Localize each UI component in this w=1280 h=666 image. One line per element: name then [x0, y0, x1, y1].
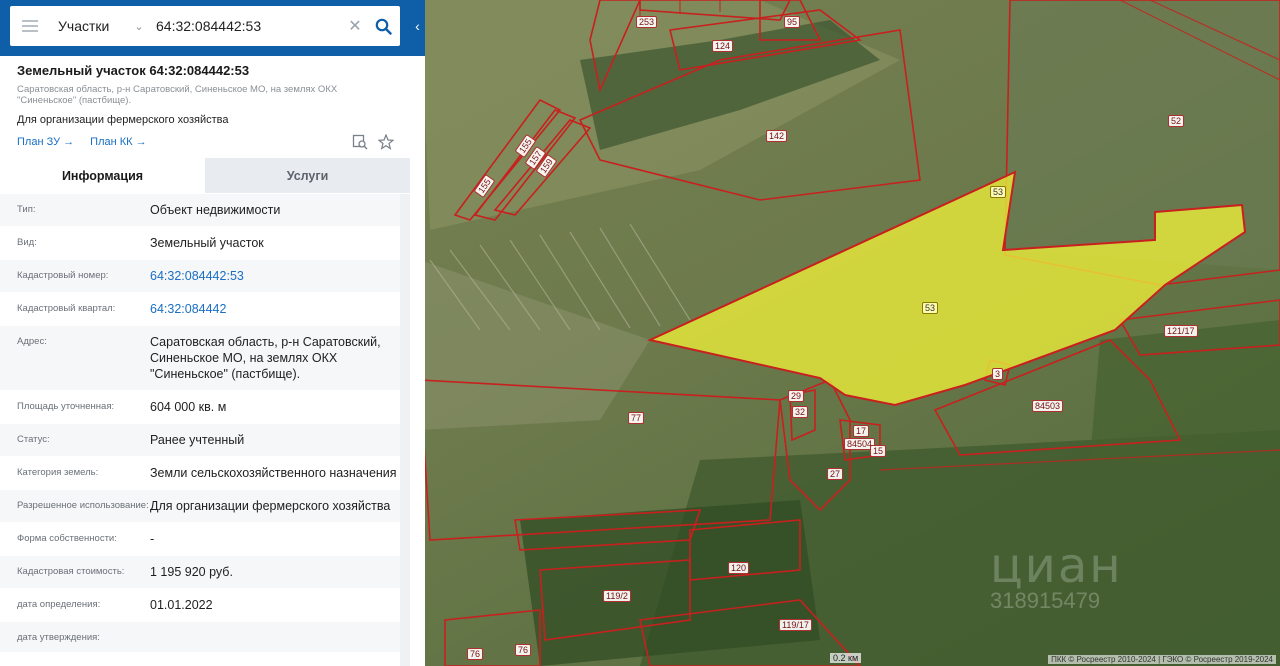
plan-zu-link[interactable]: План ЗУ → — [17, 136, 74, 148]
row-label: Адрес: — [17, 336, 47, 347]
parcel-label[interactable]: 84503 — [1032, 400, 1064, 412]
row-value: Земельный участок — [150, 236, 264, 250]
parcel-label[interactable]: 77 — [628, 412, 645, 424]
row-label: дата определения: — [17, 599, 101, 610]
info-table: Тип: Объект недвижимости Вид: Земельный … — [0, 194, 400, 653]
tab-info[interactable]: Информация — [0, 158, 205, 193]
row-value: Для организации фермерского хозяйства — [150, 499, 391, 513]
row-value: 1 195 920 руб. — [150, 565, 233, 579]
row-value: Саратовская область, р-н Саратовский, Си… — [150, 335, 381, 381]
selected-parcel-label[interactable]: 53 — [990, 186, 1007, 198]
plan-links: План ЗУ → План КК → — [17, 136, 147, 148]
info-row-ownership: Форма собственности: - — [0, 523, 400, 556]
row-value — [150, 630, 400, 644]
parcel-label[interactable]: 32 — [792, 406, 809, 418]
object-title: Земельный участок 64:32:084442:53 — [17, 63, 250, 78]
row-value: 604 000 кв. м — [150, 400, 227, 414]
info-row-permitted-use: Разрешенное использование: Для организац… — [0, 490, 400, 523]
scrollbar[interactable] — [400, 194, 410, 666]
parcel-label[interactable]: 29 — [788, 390, 805, 402]
menu-icon[interactable] — [10, 6, 50, 46]
parcel-label[interactable]: 76 — [515, 644, 532, 656]
info-row-cadastral-quarter: Кадастровый квартал: 64:32:084442 — [0, 293, 400, 326]
info-row-cadastral-value: Кадастровая стоимость: 1 195 920 руб. — [0, 556, 400, 589]
collapse-panel-button[interactable]: ‹ — [410, 6, 425, 46]
row-value: Земли сельскохозяйственного назначения — [150, 466, 397, 480]
search-box: Участки ⌄ 64:32:084442:53 ✕ — [10, 6, 400, 46]
search-icon — [375, 18, 392, 35]
parcel-label[interactable]: 253 — [636, 16, 658, 28]
parcel-label[interactable]: 142 — [766, 130, 788, 142]
row-label: Разрешенное использование: — [17, 500, 149, 511]
info-row-kind: Вид: Земельный участок — [0, 227, 400, 260]
parcel-label[interactable]: 52 — [1168, 115, 1185, 127]
row-value: 01.01.2022 — [150, 598, 213, 612]
info-row-area: Площадь уточненная: 604 000 кв. м — [0, 391, 400, 424]
zoom-to-object-icon[interactable] — [352, 134, 368, 150]
plan-zu-label: План ЗУ — [17, 136, 61, 148]
cadastral-quarter-link[interactable]: 64:32:084442 — [150, 301, 400, 317]
watermark-id: 318915479 — [990, 588, 1101, 613]
parcel-label[interactable]: 27 — [827, 468, 844, 480]
object-actions — [352, 134, 394, 150]
parcel-label[interactable]: 15 — [870, 445, 887, 457]
cadastral-number-link[interactable]: 64:32:084442:53 — [150, 268, 400, 284]
row-label: Категория земель: — [17, 467, 99, 478]
row-label: Форма собственности: — [17, 533, 117, 544]
info-row-address: Адрес: Саратовская область, р-н Саратовс… — [0, 326, 400, 391]
row-label: дата утверждения: — [17, 632, 100, 643]
parcel-label[interactable]: 124 — [712, 40, 734, 52]
row-label: Кадастровая стоимость: — [17, 566, 125, 577]
plan-kk-label: План КК — [90, 136, 133, 148]
parcel-label[interactable]: 120 — [728, 562, 750, 574]
row-label: Кадастровый номер: — [17, 270, 109, 281]
parcel-label[interactable]: 95 — [784, 16, 801, 28]
info-row-status: Статус: Ранее учтенный — [0, 424, 400, 457]
selected-parcel-label[interactable]: 53 — [922, 302, 939, 314]
parcel-label[interactable]: 17 — [853, 425, 870, 437]
tabs: Информация Услуги — [0, 158, 410, 193]
search-bar: Участки ⌄ 64:32:084442:53 ✕ ‹ — [0, 0, 425, 56]
row-label: Кадастровый квартал: — [17, 303, 116, 314]
parcel-label[interactable]: 119/2 — [603, 590, 631, 602]
info-row-type: Тип: Объект недвижимости — [0, 194, 400, 227]
map-credit: ПКК © Росреестр 2010-2024 | ГЭКО © Росре… — [1048, 655, 1276, 664]
info-row-determination-date: дата определения: 01.01.2022 — [0, 589, 400, 622]
row-label: Статус: — [17, 434, 50, 445]
row-value: Ранее учтенный — [150, 433, 245, 447]
info-panel: Участки ⌄ 64:32:084442:53 ✕ ‹ Земельный … — [0, 0, 425, 666]
info-row-cadastral-number: Кадастровый номер: 64:32:084442:53 — [0, 260, 400, 293]
search-button[interactable] — [366, 6, 400, 46]
parcel-label[interactable]: 76 — [467, 648, 484, 660]
plan-kk-link[interactable]: План КК → — [90, 136, 146, 148]
row-label: Площадь уточненная: — [17, 401, 115, 412]
parcel-label[interactable]: 121/17 — [1164, 325, 1198, 337]
map-scale: 0.2 км — [830, 653, 862, 663]
search-input[interactable]: 64:32:084442:53 — [156, 18, 344, 34]
watermark: циан — [990, 538, 1123, 594]
info-row-approval-date: дата утверждения: — [0, 622, 400, 653]
info-row-land-category: Категория земель: Земли сельскохозяйстве… — [0, 457, 400, 490]
chevron-down-icon[interactable]: ⌄ — [128, 20, 150, 33]
row-value: Объект недвижимости — [150, 203, 281, 217]
row-value: - — [150, 532, 155, 546]
parcel-label[interactable]: 119/17 — [779, 619, 812, 631]
tab-services[interactable]: Услуги — [205, 158, 410, 193]
row-label: Тип: — [17, 204, 36, 215]
row-label: Вид: — [17, 237, 37, 248]
favorite-star-icon[interactable] — [378, 134, 394, 150]
category-select[interactable]: Участки — [58, 18, 128, 34]
parcel-label[interactable]: 3 — [992, 368, 1004, 380]
object-address: Саратовская область, р-н Саратовский, Си… — [17, 84, 338, 106]
object-purpose: Для организации фермерского хозяйства — [17, 114, 229, 126]
clear-icon[interactable]: ✕ — [344, 16, 366, 36]
